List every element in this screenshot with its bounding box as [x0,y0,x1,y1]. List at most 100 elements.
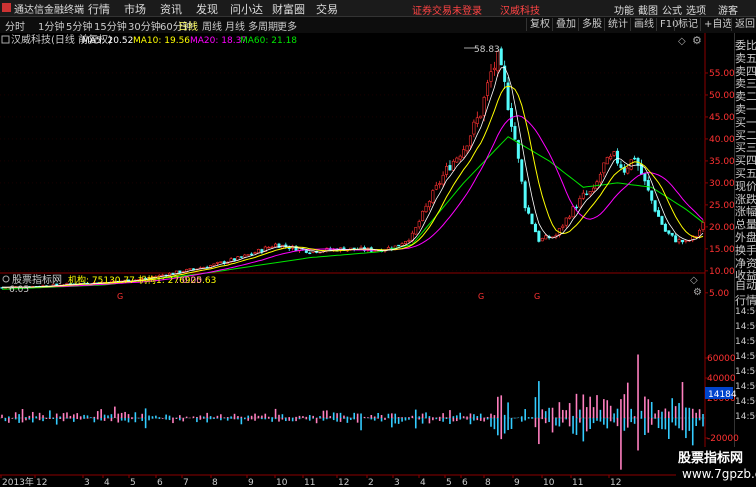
tick-time-label: 14:50 [735,352,756,362]
chart-background [0,33,756,487]
statistics-button[interactable]: 统计 [604,18,631,31]
candle-body [561,225,565,228]
candle-body [274,243,278,248]
price-tick-label: 20.00 [709,223,735,233]
indicator-gear-icon[interactable]: ⚙ [693,287,702,298]
overlay-button[interactable]: 叠加 [552,18,579,31]
time-axis-label: 3 [84,478,90,487]
candle-body [680,239,684,243]
candle-body [233,258,237,261]
tick-time-label: 14:50 [735,412,756,422]
candle-body [616,150,620,164]
tab-period-multi[interactable]: 多周期 [248,18,278,33]
candle-body [407,240,411,242]
tick-time-label: 14:50 [735,307,756,317]
watermark-title: 股票指标网 [678,451,744,466]
menu-item-discover[interactable]: 发现 [196,1,218,17]
time-axis-label: 8 [485,478,491,487]
candle-body [670,232,674,236]
tab-period-1min[interactable]: 1分钟 [38,18,64,33]
time-axis-label: 6 [157,478,163,487]
quote-side-panel: 委比 卖五 卖四 卖三 卖二 卖一 买一 买二 买三 买四 买五 现价 涨跌 涨幅 总量 外盘 换手 净资 收益 自… [735,33,756,487]
tab-period-more[interactable]: 更多 [277,18,297,33]
candle-body [581,192,585,199]
candle-body [544,235,548,240]
guest-user[interactable]: 游客 [718,2,738,17]
candle-body [677,239,681,243]
indicator-tick-label: 60000 [707,354,736,364]
time-axis-label: 3 [394,478,400,487]
time-axis-label: 8 [212,478,218,487]
candle-body [527,207,531,214]
tab-period-tick[interactable]: 分时 [5,18,25,33]
time-axis-label: 2013年 [2,476,34,487]
candle-body [571,206,575,218]
price-tick-label: 15.00 [709,245,735,255]
candle-body [397,244,401,247]
formula-menu[interactable]: 公式 [662,2,682,17]
candle-body [178,270,182,273]
tab-period-week[interactable]: 周线 [202,18,222,33]
menu-item-trade[interactable]: 交易 [316,1,338,17]
candle-body [475,117,479,124]
screenshot-menu[interactable]: 截图 [638,2,658,17]
candle-body [448,165,452,171]
tab-period-day[interactable]: 日线 [178,18,198,33]
settings-gear-icon[interactable]: ⚙ [692,34,702,47]
time-axis-label: 12 [610,478,621,487]
menu-item-assistant[interactable]: 问小达 [230,1,263,17]
candle-body [684,240,688,242]
indicator-expand-icon[interactable]: ◇ [690,275,698,286]
candle-body [482,96,486,116]
menu-item-market[interactable]: 行情 [88,1,110,17]
menu-item-wealth[interactable]: 财富圈 [272,1,305,17]
menu-item-exchange[interactable]: 市场 [124,1,146,17]
multi-stock-button[interactable]: 多股 [578,18,605,31]
draw-line-button[interactable]: 画线 [630,18,657,31]
mark-button[interactable]: 标记 [674,18,701,31]
price-tick-label: 45.00 [709,113,735,123]
price-tick-label: 50.00 [709,91,735,101]
login-warning[interactable]: 证券交易未登录 [412,2,482,17]
candle-body [431,190,435,203]
price-tick-label: 35.00 [709,157,735,167]
time-axis-label: 9 [248,478,254,487]
tab-period-30min[interactable]: 30分钟 [128,18,161,33]
candle-body [212,263,216,266]
tick-time-label: 14:50 [735,322,756,332]
tab-period-month[interactable]: 月线 [225,18,245,33]
candle-body [438,183,442,185]
tab-period-5min[interactable]: 5分钟 [66,18,92,33]
event-marker[interactable]: G [534,292,540,301]
menu-item-news[interactable]: 资讯 [160,1,182,17]
function-menu[interactable]: 功能 [614,2,634,17]
candle-body [246,254,250,256]
watermark-url: www.7gpzb.com [682,467,756,481]
event-marker[interactable]: G [478,292,484,301]
candle-body [646,180,650,191]
time-axis-label: 11 [304,478,315,487]
candle-body [574,206,578,209]
expand-icon[interactable]: ◇ [678,36,686,47]
candle-body [568,216,572,219]
time-axis-label: 12 [338,478,349,487]
candle-body [462,149,466,158]
candle-body [191,268,195,270]
time-axis-label: 5 [446,478,452,487]
kline-chart[interactable]: 汉威科技(日线 前复权) MA5: 20.52 MA10: 19.56 MA20… [0,33,756,487]
candle-body [417,221,421,228]
max-price-label: 58.83 [474,45,500,55]
options-menu[interactable]: 选项 [686,2,706,17]
back-button[interactable]: 返回 [731,18,756,31]
candle-body [414,227,418,235]
ma60-label: MA60: 21.18 [240,36,297,46]
price-tick-label: 10.00 [709,267,735,277]
candle-body [434,184,438,190]
candle-body [373,250,377,252]
tab-period-15min[interactable]: 15分钟 [94,18,127,33]
candle-body [650,190,654,201]
event-marker[interactable]: G [117,292,123,301]
candle-body [253,252,257,255]
restore-right-button[interactable]: 复权 [526,18,553,31]
candle-body [533,223,537,233]
